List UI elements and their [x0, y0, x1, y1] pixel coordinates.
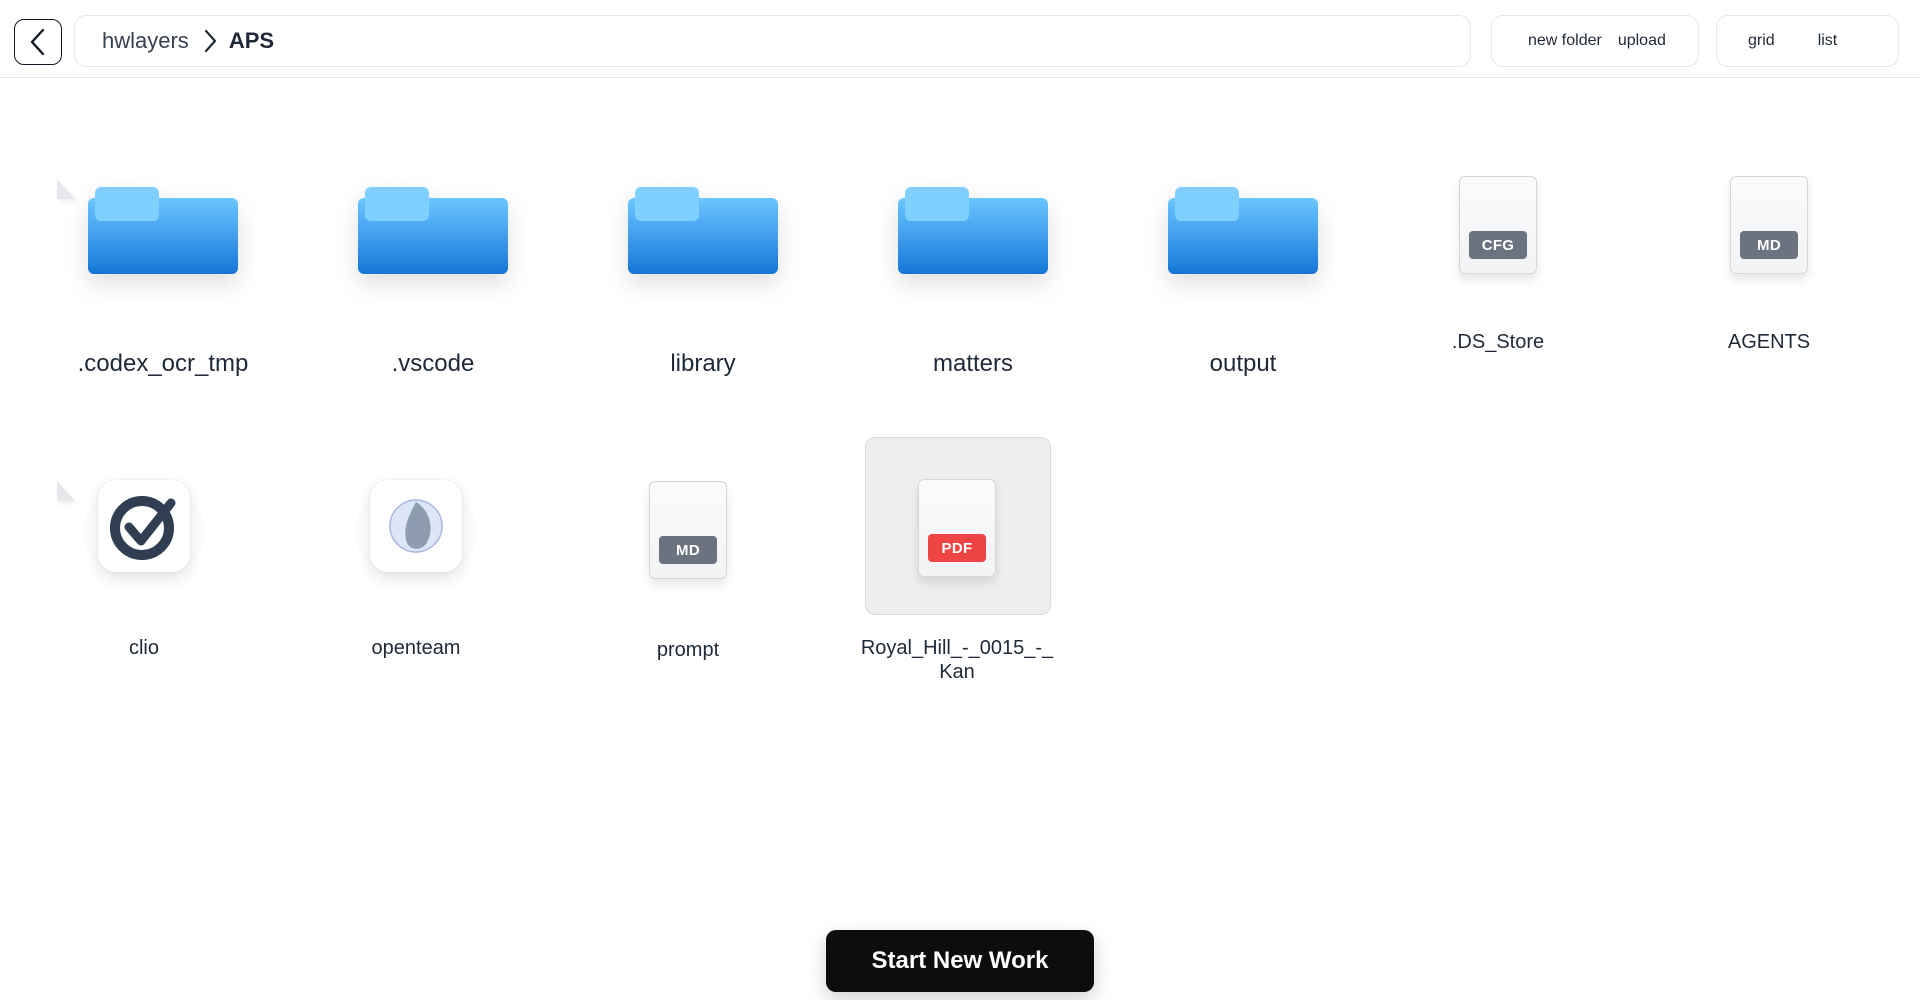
- file-type-badge: MD: [1740, 231, 1798, 259]
- list-view-button[interactable]: list: [1818, 32, 1838, 50]
- breadcrumb-item-current: APS: [228, 28, 275, 53]
- breadcrumb: hwlayers APS: [74, 15, 1471, 67]
- chevron-left-icon: [30, 28, 45, 56]
- app-item[interactable]: openteam: [281, 480, 551, 660]
- item-name: output: [1209, 350, 1277, 377]
- item-name: Royal_Hill_-_0015_-_Kan: [860, 637, 1054, 683]
- folder-item[interactable]: .codex_ocr_tmp: [28, 186, 298, 379]
- file-type-badge: MD: [659, 536, 717, 564]
- markdown-file-icon: MD: [1730, 176, 1808, 274]
- item-name: openteam: [371, 637, 461, 659]
- folder-icon: [1168, 187, 1318, 274]
- item-name: .DS_Store: [1451, 331, 1545, 353]
- openteam-leaf-icon: [370, 480, 462, 572]
- back-button[interactable]: [14, 19, 62, 65]
- folder-icon: [88, 187, 238, 274]
- file-type-badge: CFG: [1469, 231, 1527, 259]
- folder-icon: [898, 187, 1048, 274]
- item-name: .vscode: [391, 350, 475, 377]
- file-item[interactable]: CFG .DS_Store: [1363, 176, 1633, 354]
- folder-item[interactable]: .vscode: [298, 186, 568, 379]
- folder-item[interactable]: library: [568, 186, 838, 379]
- markdown-file-icon: MD: [649, 481, 727, 579]
- pdf-file-icon: PDF: [918, 479, 996, 577]
- start-new-work-button[interactable]: Start New Work: [826, 930, 1094, 992]
- app-item[interactable]: clio: [9, 480, 279, 660]
- new-folder-button[interactable]: new folder: [1528, 32, 1602, 50]
- item-name: matters: [932, 350, 1013, 377]
- folder-item[interactable]: output: [1108, 186, 1378, 379]
- item-name: prompt: [656, 639, 720, 661]
- file-item[interactable]: PDF Royal_Hill_-_0015_-_Kan: [822, 479, 1092, 684]
- grid-view-button[interactable]: grid: [1748, 32, 1775, 50]
- file-type-badge: PDF: [928, 534, 986, 562]
- folder-icon: [628, 187, 778, 274]
- clio-check-icon: [98, 480, 190, 572]
- chevron-right-icon: [203, 29, 217, 53]
- upload-button[interactable]: upload: [1618, 32, 1666, 50]
- config-file-icon: CFG: [1459, 176, 1537, 274]
- item-name: AGENTS: [1727, 331, 1811, 353]
- folder-icon: [358, 187, 508, 274]
- file-actions: new folder upload: [1491, 15, 1699, 67]
- folder-item[interactable]: matters: [838, 186, 1108, 379]
- item-name: .codex_ocr_tmp: [77, 350, 249, 377]
- file-item[interactable]: MD AGENTS: [1634, 176, 1904, 354]
- view-toggle: grid list: [1716, 15, 1899, 67]
- file-item[interactable]: MD prompt: [553, 481, 823, 662]
- breadcrumb-item-parent[interactable]: hwlayers: [102, 28, 189, 54]
- item-name: clio: [128, 637, 159, 659]
- item-name: library: [670, 350, 736, 377]
- top-bar: hwlayers APS new folder upload grid list: [0, 0, 1920, 78]
